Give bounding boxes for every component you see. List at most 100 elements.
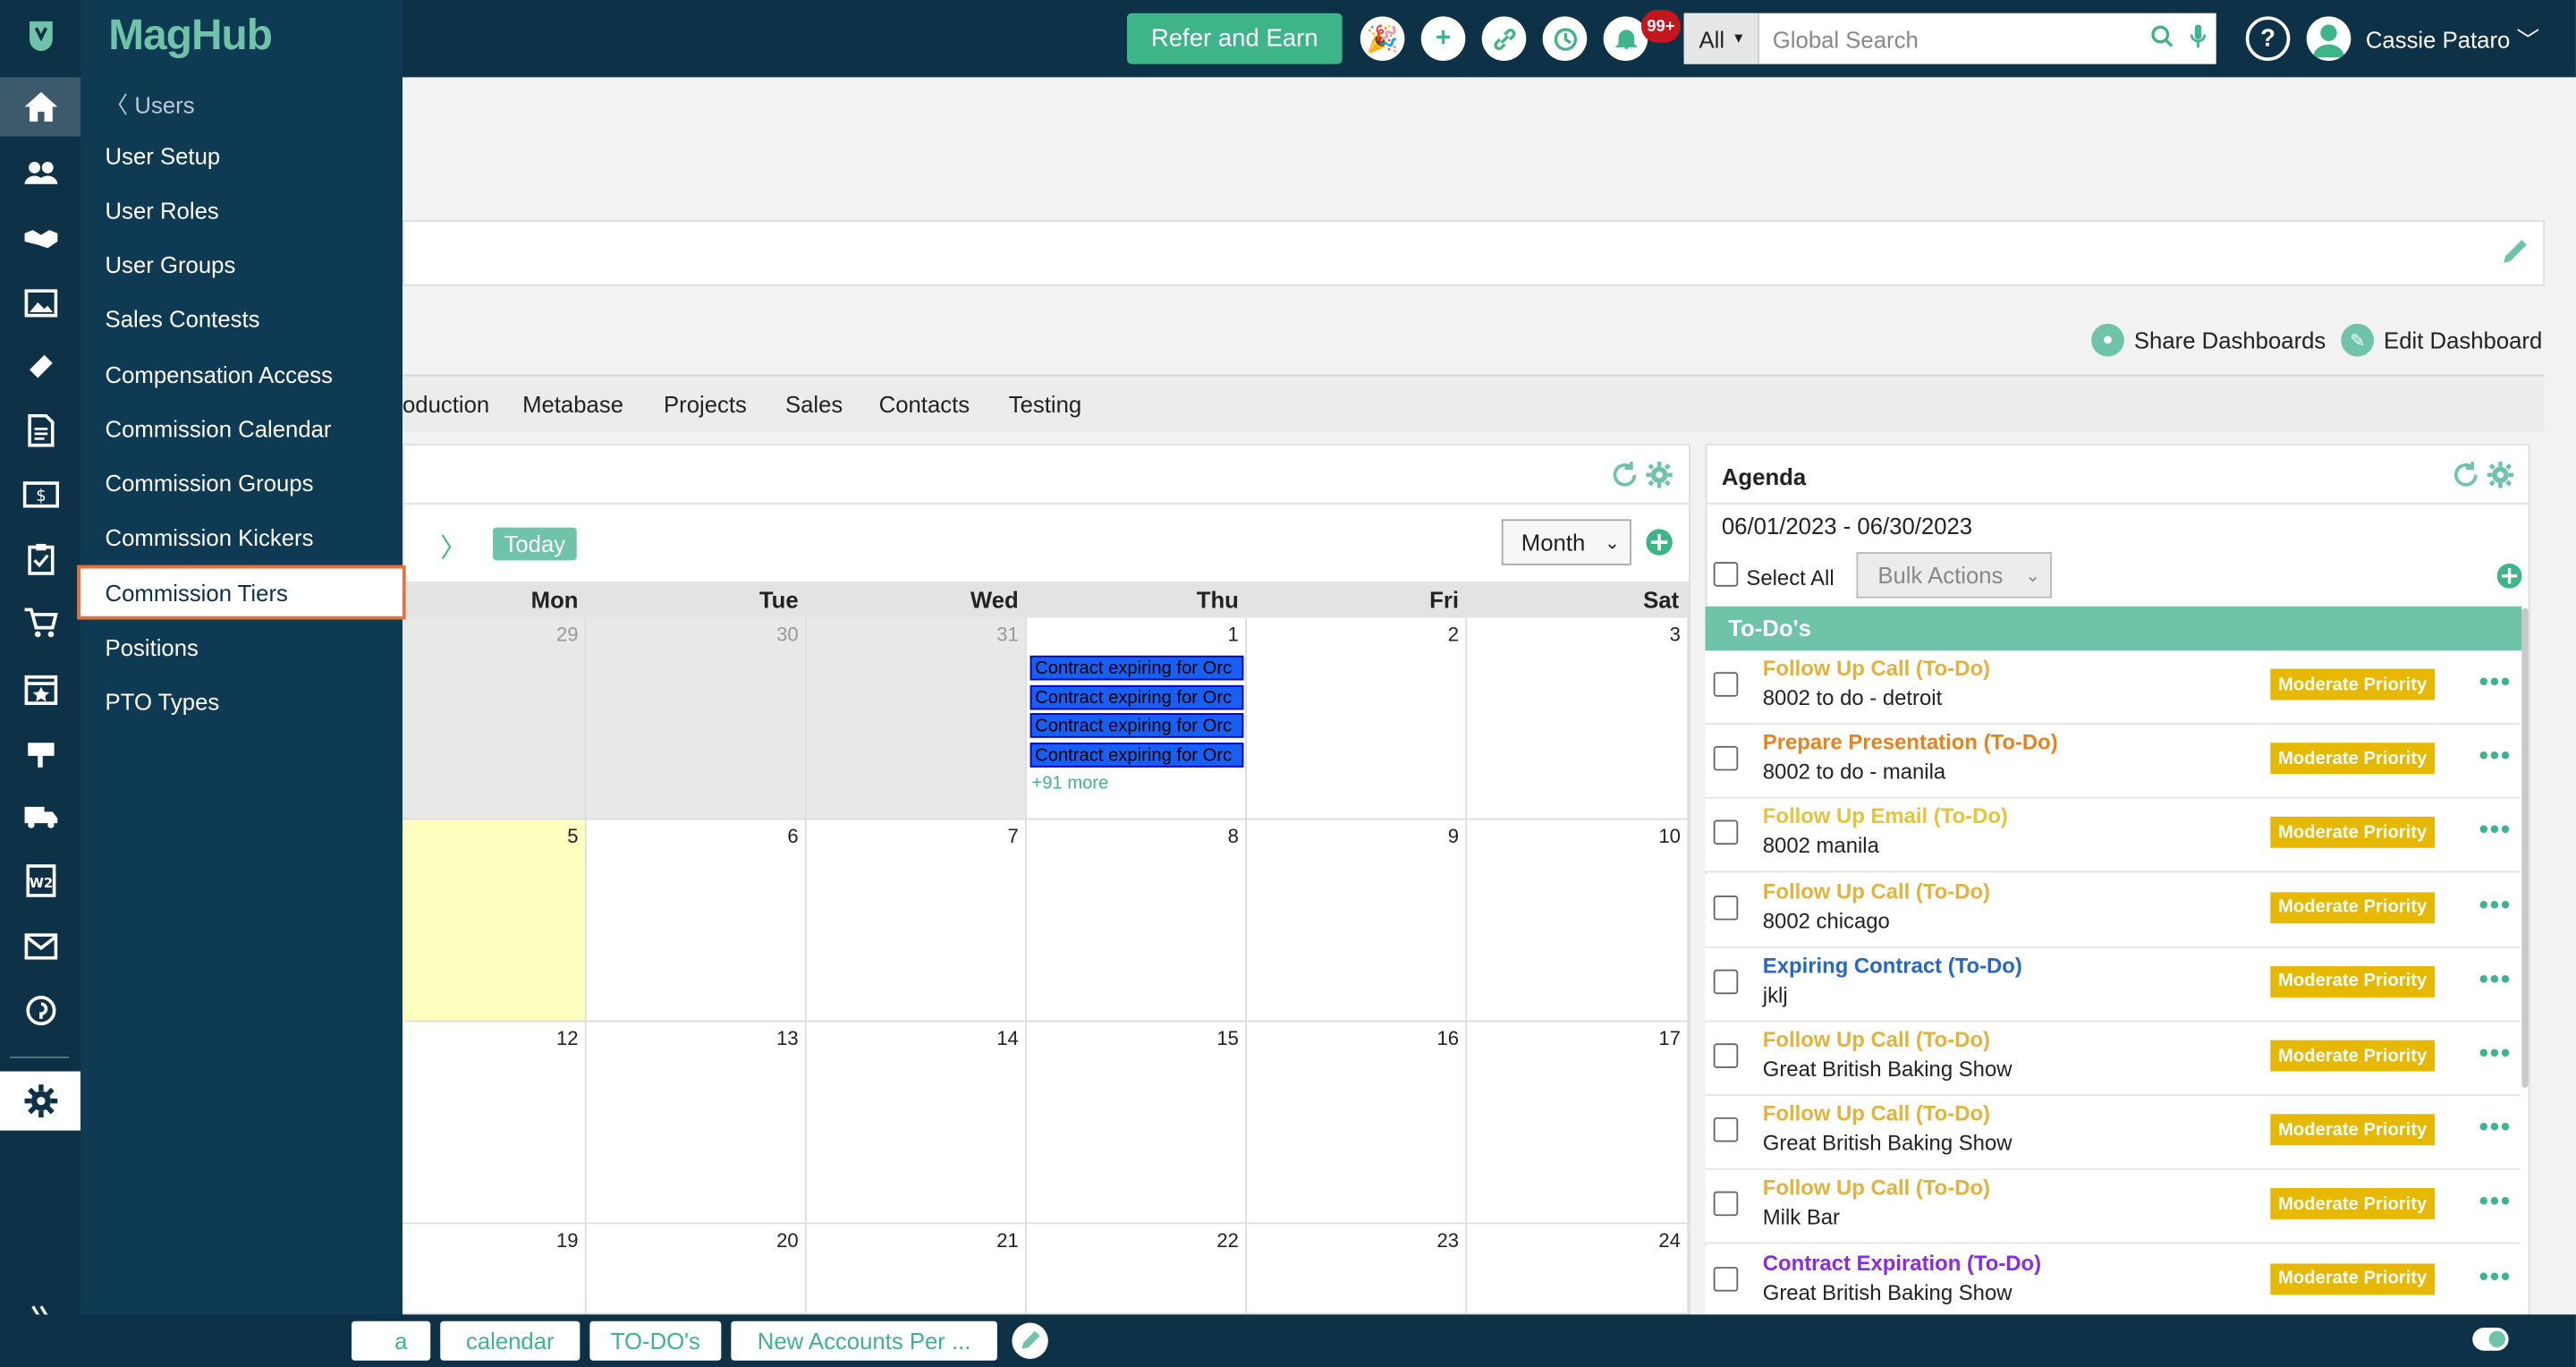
calendar-day-cell[interactable]: 15 — [1026, 1022, 1248, 1225]
app-logo[interactable]: MagHub — [108, 10, 273, 61]
more-options-icon[interactable]: ••• — [2479, 669, 2512, 699]
todo-title[interactable]: Follow Up Call (To-Do) — [1763, 879, 1990, 904]
todo-title[interactable]: Prepare Presentation (To-Do) — [1763, 730, 2058, 755]
bottom-tab-new-accounts[interactable]: New Accounts Per ... — [731, 1320, 997, 1361]
dashboard-description-field[interactable] — [402, 220, 2546, 286]
home-icon[interactable] — [0, 77, 80, 137]
menu-item-positions[interactable]: Positions — [106, 629, 402, 665]
back-to-users-link[interactable]: 〈 Users — [106, 89, 195, 122]
settings-gear-icon[interactable] — [0, 1071, 80, 1131]
todo-title[interactable]: Contract Expiration (To-Do) — [1763, 1250, 2041, 1275]
menu-item-commission-tiers[interactable]: Commission Tiers — [77, 565, 406, 620]
party-icon[interactable]: 🎉 — [1360, 16, 1405, 61]
mailbox-icon[interactable] — [0, 723, 80, 782]
history-icon[interactable] — [1542, 16, 1588, 61]
tab-metabase[interactable]: Metabase — [522, 391, 623, 417]
menu-item-commission-calendar[interactable]: Commission Calendar — [106, 411, 402, 446]
share-dashboards-button[interactable]: ● Share Dashboards — [2091, 323, 2326, 357]
bottom-tab-todos[interactable]: TO-DO's — [589, 1320, 722, 1361]
checkbox[interactable] — [1713, 969, 1739, 994]
brand-icon[interactable] — [0, 6, 80, 65]
more-options-icon[interactable]: ••• — [2479, 1040, 2512, 1070]
checkbox[interactable] — [1713, 1117, 1739, 1142]
checkbox[interactable] — [1713, 1192, 1739, 1217]
agenda-todo-row[interactable]: Follow Up Call (To-Do) Milk Bar Moderate P… — [1705, 1170, 2521, 1245]
document-icon[interactable] — [0, 401, 80, 460]
mail-icon[interactable] — [0, 917, 80, 976]
agenda-todo-row[interactable]: Contract Expiration (To-Do) Great British… — [1705, 1244, 2521, 1320]
calendar-day-cell[interactable]: 7 — [806, 819, 1027, 1023]
clipboard-icon[interactable] — [0, 529, 80, 588]
calendar-day-cell[interactable]: 30 — [586, 617, 807, 820]
menu-item-user-groups[interactable]: User Groups — [106, 247, 402, 283]
ticket-icon[interactable] — [0, 337, 80, 396]
calendar-day-cell[interactable]: 23 — [1247, 1224, 1468, 1315]
calendar-day-cell[interactable]: 8 — [1026, 819, 1248, 1023]
search-input[interactable] — [1759, 14, 2144, 63]
bottom-tab[interactable]: a — [352, 1320, 431, 1361]
more-options-icon[interactable]: ••• — [2479, 1115, 2512, 1144]
calendar-day-cell[interactable]: 20 — [586, 1224, 807, 1315]
users-icon[interactable] — [0, 143, 80, 202]
menu-item-commission-groups[interactable]: Commission Groups — [106, 465, 402, 501]
pencil-icon[interactable] — [2500, 236, 2529, 274]
todo-title[interactable]: Follow Up Call (To-Do) — [1763, 1176, 1990, 1201]
user-menu[interactable]: Cassie Pataro ﹀ — [2366, 23, 2539, 56]
agenda-todo-row[interactable]: Expiring Contract (To-Do) jklj Moderate Pr… — [1705, 947, 2521, 1023]
menu-item-user-setup[interactable]: User Setup — [106, 138, 402, 174]
agenda-scrollbar[interactable] — [2521, 607, 2529, 1088]
select-all-checkbox[interactable]: Select All — [1713, 562, 1835, 590]
refresh-icon[interactable] — [2451, 460, 2480, 497]
w2-form-icon[interactable]: W2 — [0, 851, 80, 910]
checkbox[interactable] — [1713, 746, 1739, 771]
menu-item-user-roles[interactable]: User Roles — [106, 192, 402, 228]
calendar-day-cell[interactable]: 5 — [402, 819, 587, 1023]
calendar-day-cell[interactable]: 17 — [1467, 1022, 1690, 1225]
avatar[interactable] — [2306, 16, 2351, 61]
handshake-icon[interactable] — [0, 208, 80, 267]
menu-item-sales-contests[interactable]: Sales Contests — [106, 301, 402, 336]
chevron-right-icon[interactable]: 〉 — [440, 526, 466, 565]
edit-tabs-pencil-icon[interactable] — [1012, 1322, 1048, 1359]
more-options-icon[interactable]: ••• — [2479, 966, 2512, 996]
calendar-event[interactable]: Contract expiring for Orc — [1030, 655, 1244, 681]
tab-projects[interactable]: Projects — [664, 391, 747, 417]
todo-title[interactable]: Follow Up Email (To-Do) — [1763, 804, 2008, 829]
calendar-day-cell[interactable]: 14 — [806, 1022, 1027, 1225]
microphone-icon[interactable] — [2180, 23, 2216, 55]
menu-item-compensation-access[interactable]: Compensation Access — [106, 357, 402, 393]
calendar-day-cell[interactable]: 12 — [402, 1022, 587, 1225]
calendar-day-cell[interactable]: 22 — [1026, 1224, 1248, 1315]
calendar-event[interactable]: Contract expiring for Orc — [1030, 713, 1244, 738]
calendar-day-cell[interactable]: 29 — [402, 617, 587, 820]
agenda-date-range[interactable]: 06/01/2023 - 06/30/2023 — [1722, 513, 1972, 539]
refer-and-earn-button[interactable]: Refer and Earn — [1126, 13, 1343, 64]
today-button[interactable]: Today — [493, 527, 577, 561]
add-icon[interactable]: + — [1420, 16, 1466, 61]
checkbox[interactable] — [1713, 562, 1739, 587]
agenda-todo-row[interactable]: Follow Up Email (To-Do) 8002 manila Modera… — [1705, 799, 2521, 874]
edit-dashboard-button[interactable]: ✎ Edit Dashboard — [2341, 323, 2542, 357]
calendar-day-cell[interactable]: 24 — [1467, 1224, 1690, 1315]
checkbox[interactable] — [1713, 1043, 1739, 1068]
more-events-link[interactable]: +91 more — [1031, 774, 1108, 794]
tab-production[interactable]: oduction — [402, 391, 489, 417]
search-scope-select[interactable]: All ▾ — [1683, 13, 1760, 64]
calendar-event[interactable]: Contract expiring for Orc — [1030, 743, 1244, 768]
more-options-icon[interactable]: ••• — [2479, 818, 2512, 847]
todo-title[interactable]: Follow Up Call (To-Do) — [1763, 1101, 1990, 1126]
todo-title[interactable]: Expiring Contract (To-Do) — [1763, 953, 2022, 978]
checkbox[interactable] — [1713, 895, 1739, 920]
checkbox[interactable] — [1713, 672, 1739, 697]
menu-item-pto-types[interactable]: PTO Types — [106, 684, 402, 719]
more-options-icon[interactable]: ••• — [2479, 1189, 2512, 1218]
calendar-event[interactable]: Contract expiring for Orc — [1030, 684, 1244, 710]
tab-sales[interactable]: Sales — [785, 391, 843, 417]
calendar-day-cell[interactable]: 6 — [586, 819, 807, 1023]
help-icon[interactable]: ? — [2245, 16, 2291, 61]
agenda-todo-row[interactable]: Follow Up Call (To-Do) 8002 to do - detro… — [1705, 650, 2521, 725]
link-icon[interactable] — [1481, 16, 1527, 61]
calendar-day-cell[interactable]: 21 — [806, 1224, 1027, 1315]
more-options-icon[interactable]: ••• — [2479, 1263, 2512, 1293]
add-event-icon[interactable] — [1645, 528, 1674, 565]
